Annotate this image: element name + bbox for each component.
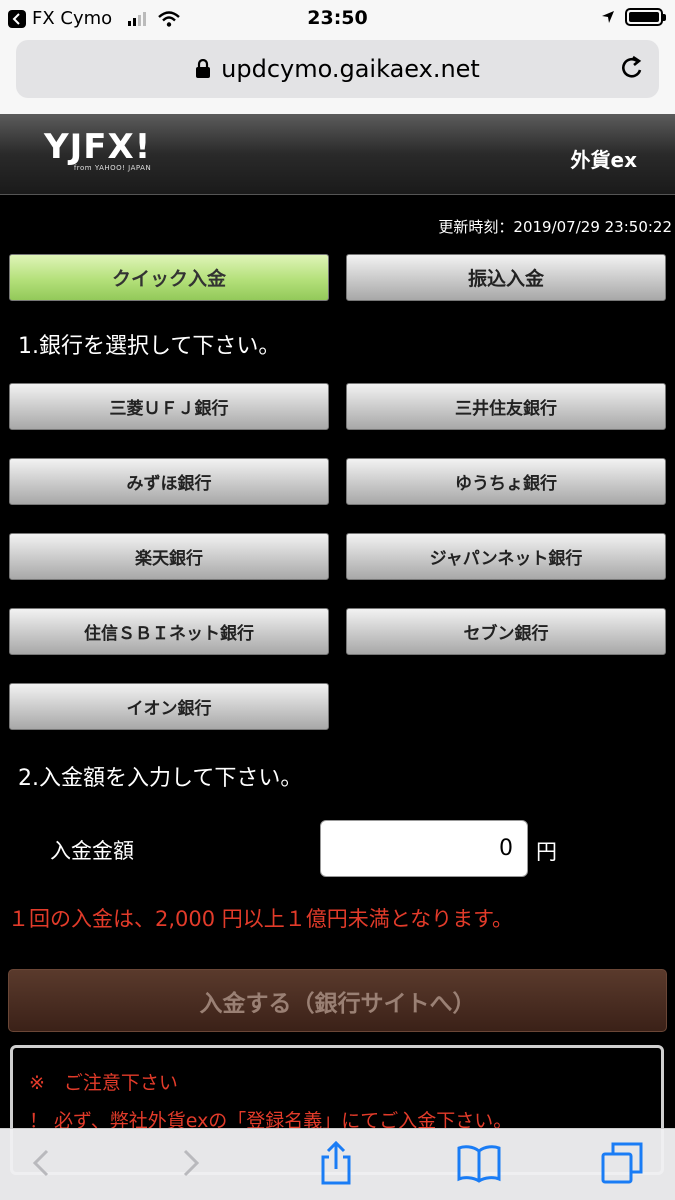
battery-icon [625,8,666,26]
tabs-icon[interactable] [600,1141,644,1189]
amount-label: 入金金額 [50,839,134,863]
share-icon[interactable] [318,1140,354,1189]
clock: 23:50 [307,7,368,29]
bank-button-japannet[interactable]: ジャパンネット銀行 [346,533,666,580]
logo-text: YJFX! [44,127,152,167]
step1-heading: 1.銀行を選択して下さい。 [18,334,281,359]
amount-unit: 円 [536,840,557,864]
status-bar: FX Cymo 23:50 [0,0,675,36]
bank-button-mufg[interactable]: 三菱ＵＦＪ銀行 [9,383,329,430]
yjfx-logo[interactable]: YJFX! from YAHOO! JAPAN [44,127,152,172]
bank-button-rakuten[interactable]: 楽天銀行 [9,533,329,580]
bank-button-yucho[interactable]: ゆうちょ銀行 [346,458,666,505]
tab-transfer-deposit-label: 振込入金 [467,268,544,290]
browser-address-area: updcymo.gaikaex.net [0,36,675,114]
reload-icon[interactable] [619,54,645,88]
brand-logo: 外貨ex [570,148,637,172]
bookmarks-icon[interactable] [456,1143,502,1187]
browser-toolbar [0,1128,675,1200]
bank-button-smbc[interactable]: 三井住友銀行 [346,383,666,430]
forward-arrow-icon[interactable] [180,1145,202,1185]
submit-deposit-button[interactable]: 入金する（銀行サイトへ） [8,969,667,1032]
bank-button-sbi[interactable]: 住信ＳＢＩネット銀行 [9,608,329,655]
url-text: updcymo.gaikaex.net [221,55,480,83]
lock-icon [195,59,211,79]
caution-title: ※ ご注意下さい [29,1072,178,1094]
bank-button-aeon[interactable]: イオン銀行 [9,683,329,730]
tab-quick-deposit-label: クイック入金 [111,268,226,290]
tab-quick-deposit[interactable]: クイック入金 [9,254,329,301]
site-header: YJFX! from YAHOO! JAPAN 外貨ex [0,114,675,195]
step2-heading: 2.入金額を入力して下さい。 [18,766,303,791]
back-arrow-icon[interactable] [30,1145,52,1185]
bank-button-mizuho[interactable]: みずほ銀行 [9,458,329,505]
bank-button-seven[interactable]: セブン銀行 [346,608,666,655]
address-bar[interactable]: updcymo.gaikaex.net [16,40,659,98]
updated-time: 更新時刻：2019/07/29 23:50:22 [438,218,672,236]
tab-transfer-deposit[interactable]: 振込入金 [346,254,666,301]
amount-input[interactable]: 0 [320,820,528,877]
deposit-limit-notice: １回の入金は、2,000 円以上１億円未満となります。 [8,907,514,931]
location-arrow-icon [601,10,615,24]
